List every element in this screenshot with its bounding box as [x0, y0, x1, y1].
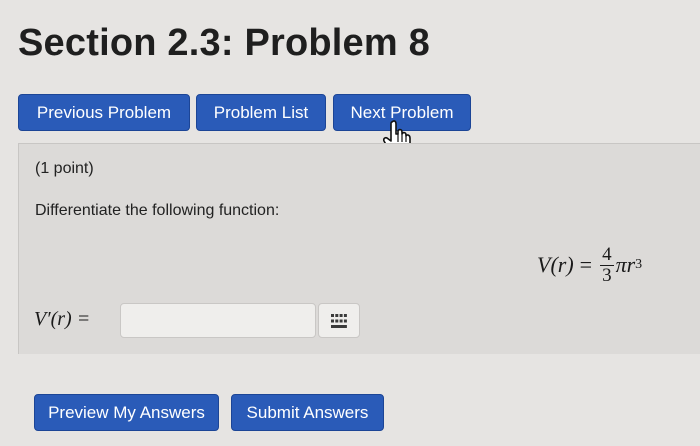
preview-answers-button[interactable]: Preview My Answers: [34, 394, 219, 431]
problem-list-button[interactable]: Problem List: [196, 94, 326, 131]
keypad-icon: [331, 313, 347, 328]
submit-answers-button[interactable]: Submit Answers: [231, 394, 384, 431]
function-lhs: V(r): [537, 252, 574, 277]
answer-input[interactable]: [120, 303, 316, 338]
previous-problem-button[interactable]: Previous Problem: [18, 94, 190, 131]
keypad-button[interactable]: [318, 303, 360, 338]
exponent: 3: [635, 257, 643, 272]
function-tail: πr: [615, 252, 636, 277]
fraction: 4 3: [600, 243, 614, 286]
function-formula: V(r) = 4 3 πr 3: [537, 240, 642, 290]
points-label: (1 point): [35, 160, 94, 177]
fraction-denominator: 3: [602, 264, 612, 286]
equals-sign: =: [579, 252, 593, 277]
page-title: Section 2.3: Problem 8: [18, 22, 430, 64]
instruction-text: Differentiate the following function:: [35, 202, 280, 219]
answer-label: V′(r) =: [34, 308, 91, 330]
fraction-numerator: 4: [600, 243, 614, 266]
